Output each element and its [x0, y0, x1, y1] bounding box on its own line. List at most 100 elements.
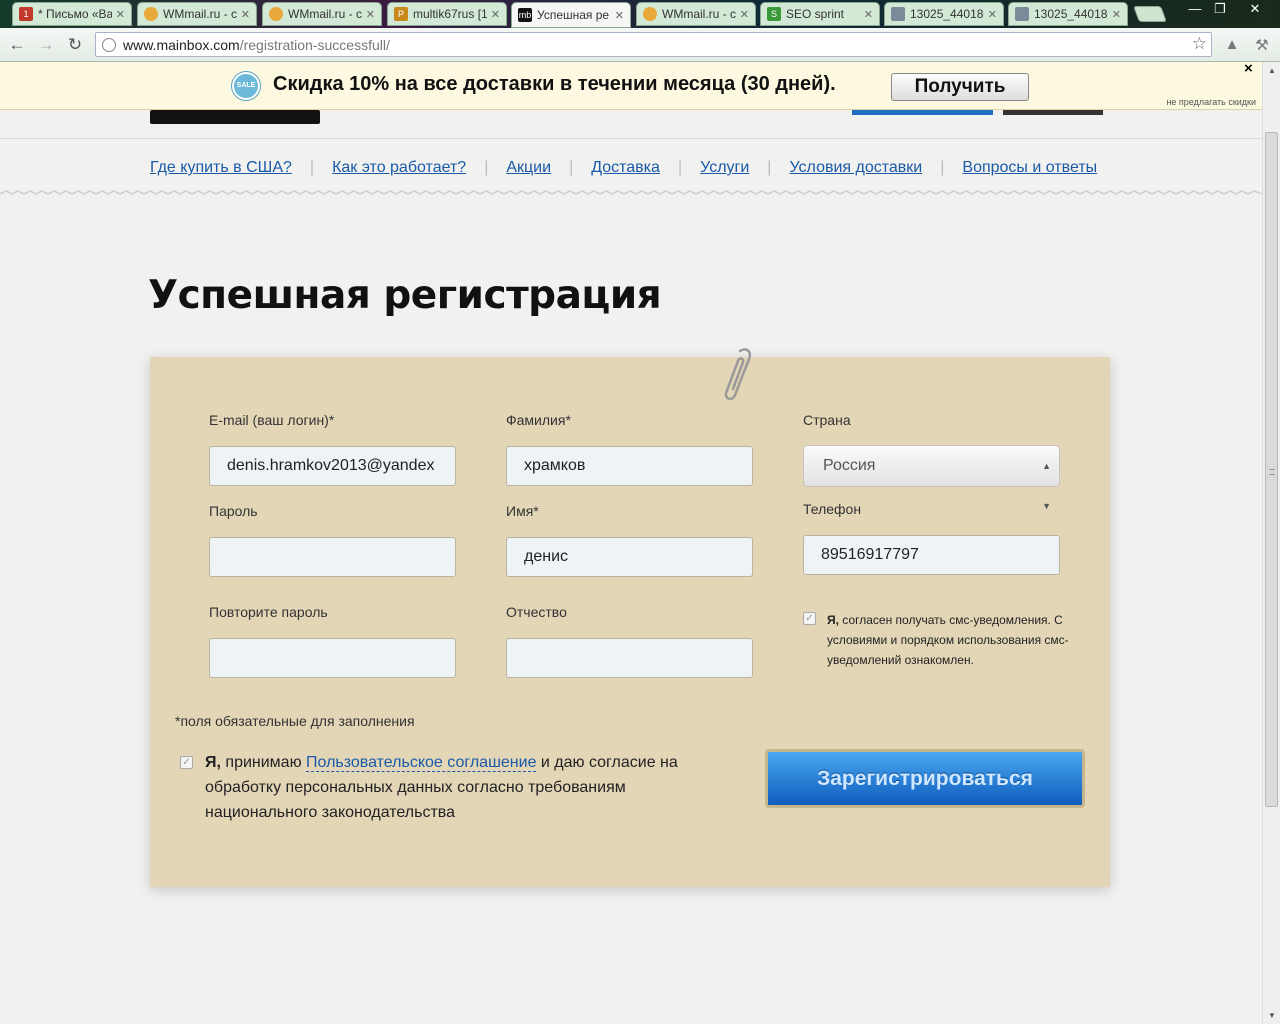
tab-close-icon[interactable]: ✕ — [241, 8, 250, 21]
wmmail-icon — [269, 7, 283, 21]
agreement-pre: принимаю — [220, 754, 307, 771]
middlename-input[interactable] — [506, 638, 753, 678]
header-divider — [0, 138, 1262, 139]
nav-promotions[interactable]: Акции — [506, 159, 551, 177]
sms-consent-body: согласен получать смс-уведомления. С усл… — [827, 613, 1069, 667]
firstname-label: Имя* — [506, 503, 539, 519]
tab-title: WMmail.ru - с — [288, 7, 362, 21]
tab-close-icon[interactable]: ✕ — [366, 8, 375, 21]
close-window-icon[interactable]: ✕ — [1240, 0, 1270, 20]
agreement-checkbox[interactable]: ✓ — [180, 756, 193, 769]
header-blue-button[interactable] — [852, 110, 993, 115]
browser-tab[interactable]: P multik67rus [1 ✕ — [387, 2, 507, 26]
promo-text: Скидка 10% на все доставки в течении мес… — [273, 73, 836, 95]
no-offer-link[interactable]: не предлагать скидки — [1166, 97, 1256, 107]
scrollbar-thumb[interactable] — [1265, 132, 1278, 807]
image-icon — [1015, 7, 1029, 21]
required-note: *поля обязательные для заполнения — [175, 713, 415, 729]
browser-tab[interactable]: WMmail.ru - с ✕ — [262, 2, 382, 26]
select-arrows-icon: ▲ ▼ — [1042, 461, 1051, 511]
nav-separator: | — [569, 159, 574, 176]
country-select[interactable]: Россия ▲ ▼ — [803, 445, 1060, 511]
nav-faq[interactable]: Вопросы и ответы — [962, 159, 1097, 177]
address-bar[interactable]: www.mainbox.com/registration-successfull… — [95, 32, 1212, 57]
agreement-text: Я, принимаю Пользовательское соглашение … — [205, 750, 725, 825]
main-nav: Где купить в США? | Как это работает? | … — [150, 159, 1097, 177]
browser-tab[interactable]: WMmail.ru - с ✕ — [137, 2, 257, 26]
sms-consent-bold: Я, — [827, 613, 839, 627]
tab-close-icon[interactable]: ✕ — [491, 8, 500, 21]
agreement-bold: Я, — [205, 754, 221, 771]
lastname-input[interactable]: храмков — [506, 446, 753, 486]
scroll-down-icon[interactable]: ▼ — [1263, 1007, 1280, 1024]
restore-icon[interactable]: ❐ — [1205, 0, 1235, 20]
promo-banner: SALE Скидка 10% на все доставки в течени… — [0, 60, 1262, 110]
browser-tab-active[interactable]: mb Успешная ре ✕ — [511, 2, 631, 28]
browser-tab[interactable]: 13025_440180 ✕ — [1008, 2, 1128, 26]
wmmail-icon — [144, 7, 158, 21]
nav-where-to-buy[interactable]: Где купить в США? — [150, 159, 292, 177]
image-icon — [891, 7, 905, 21]
tab-title: multik67rus [1 — [413, 7, 487, 21]
back-arrow-icon[interactable]: ← — [6, 34, 28, 56]
tab-title: * Письмо «Ва — [38, 7, 112, 21]
firstname-input[interactable]: денис — [506, 537, 753, 577]
reload-icon[interactable]: ↻ — [64, 34, 86, 56]
paperclip-icon — [724, 348, 751, 401]
repeat-password-input[interactable] — [209, 638, 456, 678]
tab-title: 13025_440180 — [910, 7, 984, 21]
nav-separator: | — [940, 159, 945, 176]
sale-badge-icon: SALE — [232, 72, 260, 100]
get-discount-button[interactable]: Получить — [891, 73, 1029, 101]
nav-separator: | — [677, 159, 683, 176]
seosprint-icon: S — [767, 7, 781, 21]
register-button[interactable]: Зарегистрироваться — [765, 749, 1085, 808]
tab-close-icon[interactable]: ✕ — [615, 9, 624, 22]
tab-close-icon[interactable]: ✕ — [740, 8, 749, 21]
extension-bell-icon[interactable]: ▲ — [1222, 36, 1242, 56]
tab-title: 13025_440180 — [1034, 7, 1108, 21]
browser-tab[interactable]: S SEO sprint ✕ — [760, 2, 880, 26]
browser-toolbar: ← → ↻ www.mainbox.com/registration-succe… — [0, 28, 1280, 62]
tab-title: Успешная ре — [537, 8, 610, 22]
nav-delivery-terms[interactable]: Условия доставки — [789, 159, 922, 177]
tab-close-icon[interactable]: ✕ — [988, 8, 997, 21]
browser-tab[interactable]: 13025_440180 ✕ — [884, 2, 1004, 26]
password-input[interactable] — [209, 537, 456, 577]
forward-arrow-icon[interactable]: → — [35, 34, 57, 56]
nav-delivery[interactable]: Доставка — [591, 159, 660, 177]
nav-separator: | — [309, 159, 315, 176]
site-logo[interactable] — [150, 110, 320, 124]
header-dark-button[interactable] — [1003, 110, 1103, 115]
nav-separator: | — [767, 159, 772, 176]
url-path: /registration-successfull/ — [239, 36, 390, 53]
wmmail-icon — [643, 7, 657, 21]
bookmark-star-icon[interactable]: ☆ — [1192, 34, 1207, 54]
sms-consent-checkbox[interactable]: ✓ — [803, 612, 816, 625]
close-icon[interactable]: × — [1244, 60, 1253, 77]
tab-close-icon[interactable]: ✕ — [864, 8, 873, 21]
nav-how-it-works[interactable]: Как это работает? — [332, 159, 466, 177]
p-icon: P — [394, 7, 408, 21]
new-tab-button[interactable] — [1133, 6, 1167, 22]
mail-icon: 1 — [19, 7, 33, 21]
nav-services[interactable]: Услуги — [700, 159, 749, 177]
user-agreement-link[interactable]: Пользовательское соглашение — [306, 754, 537, 772]
phone-input[interactable]: 89516917797 — [803, 535, 1060, 575]
browser-tab[interactable]: 1 * Письмо «Ва ✕ — [12, 2, 132, 26]
middlename-label: Отчество — [506, 604, 567, 620]
wrench-icon[interactable]: ⚒ — [1252, 36, 1272, 56]
lastname-label: Фамилия* — [506, 412, 571, 428]
email-input[interactable]: denis.hramkov2013@yandex — [209, 446, 456, 486]
browser-tab[interactable]: WMmail.ru - с ✕ — [636, 2, 756, 26]
mb-icon: mb — [518, 8, 532, 22]
page-scrollbar[interactable]: ▲ ▼ — [1262, 62, 1280, 1024]
sms-consent-text: Я, согласен получать смс-уведомления. С … — [827, 610, 1077, 670]
tab-title: WMmail.ru - с — [163, 7, 237, 21]
tab-close-icon[interactable]: ✕ — [1112, 8, 1121, 21]
globe-icon — [102, 37, 116, 52]
scroll-up-icon[interactable]: ▲ — [1263, 62, 1280, 79]
url-host: www.mainbox.com — [123, 36, 240, 53]
tab-close-icon[interactable]: ✕ — [116, 8, 125, 21]
repeat-password-label: Повторите пароль — [209, 604, 328, 620]
